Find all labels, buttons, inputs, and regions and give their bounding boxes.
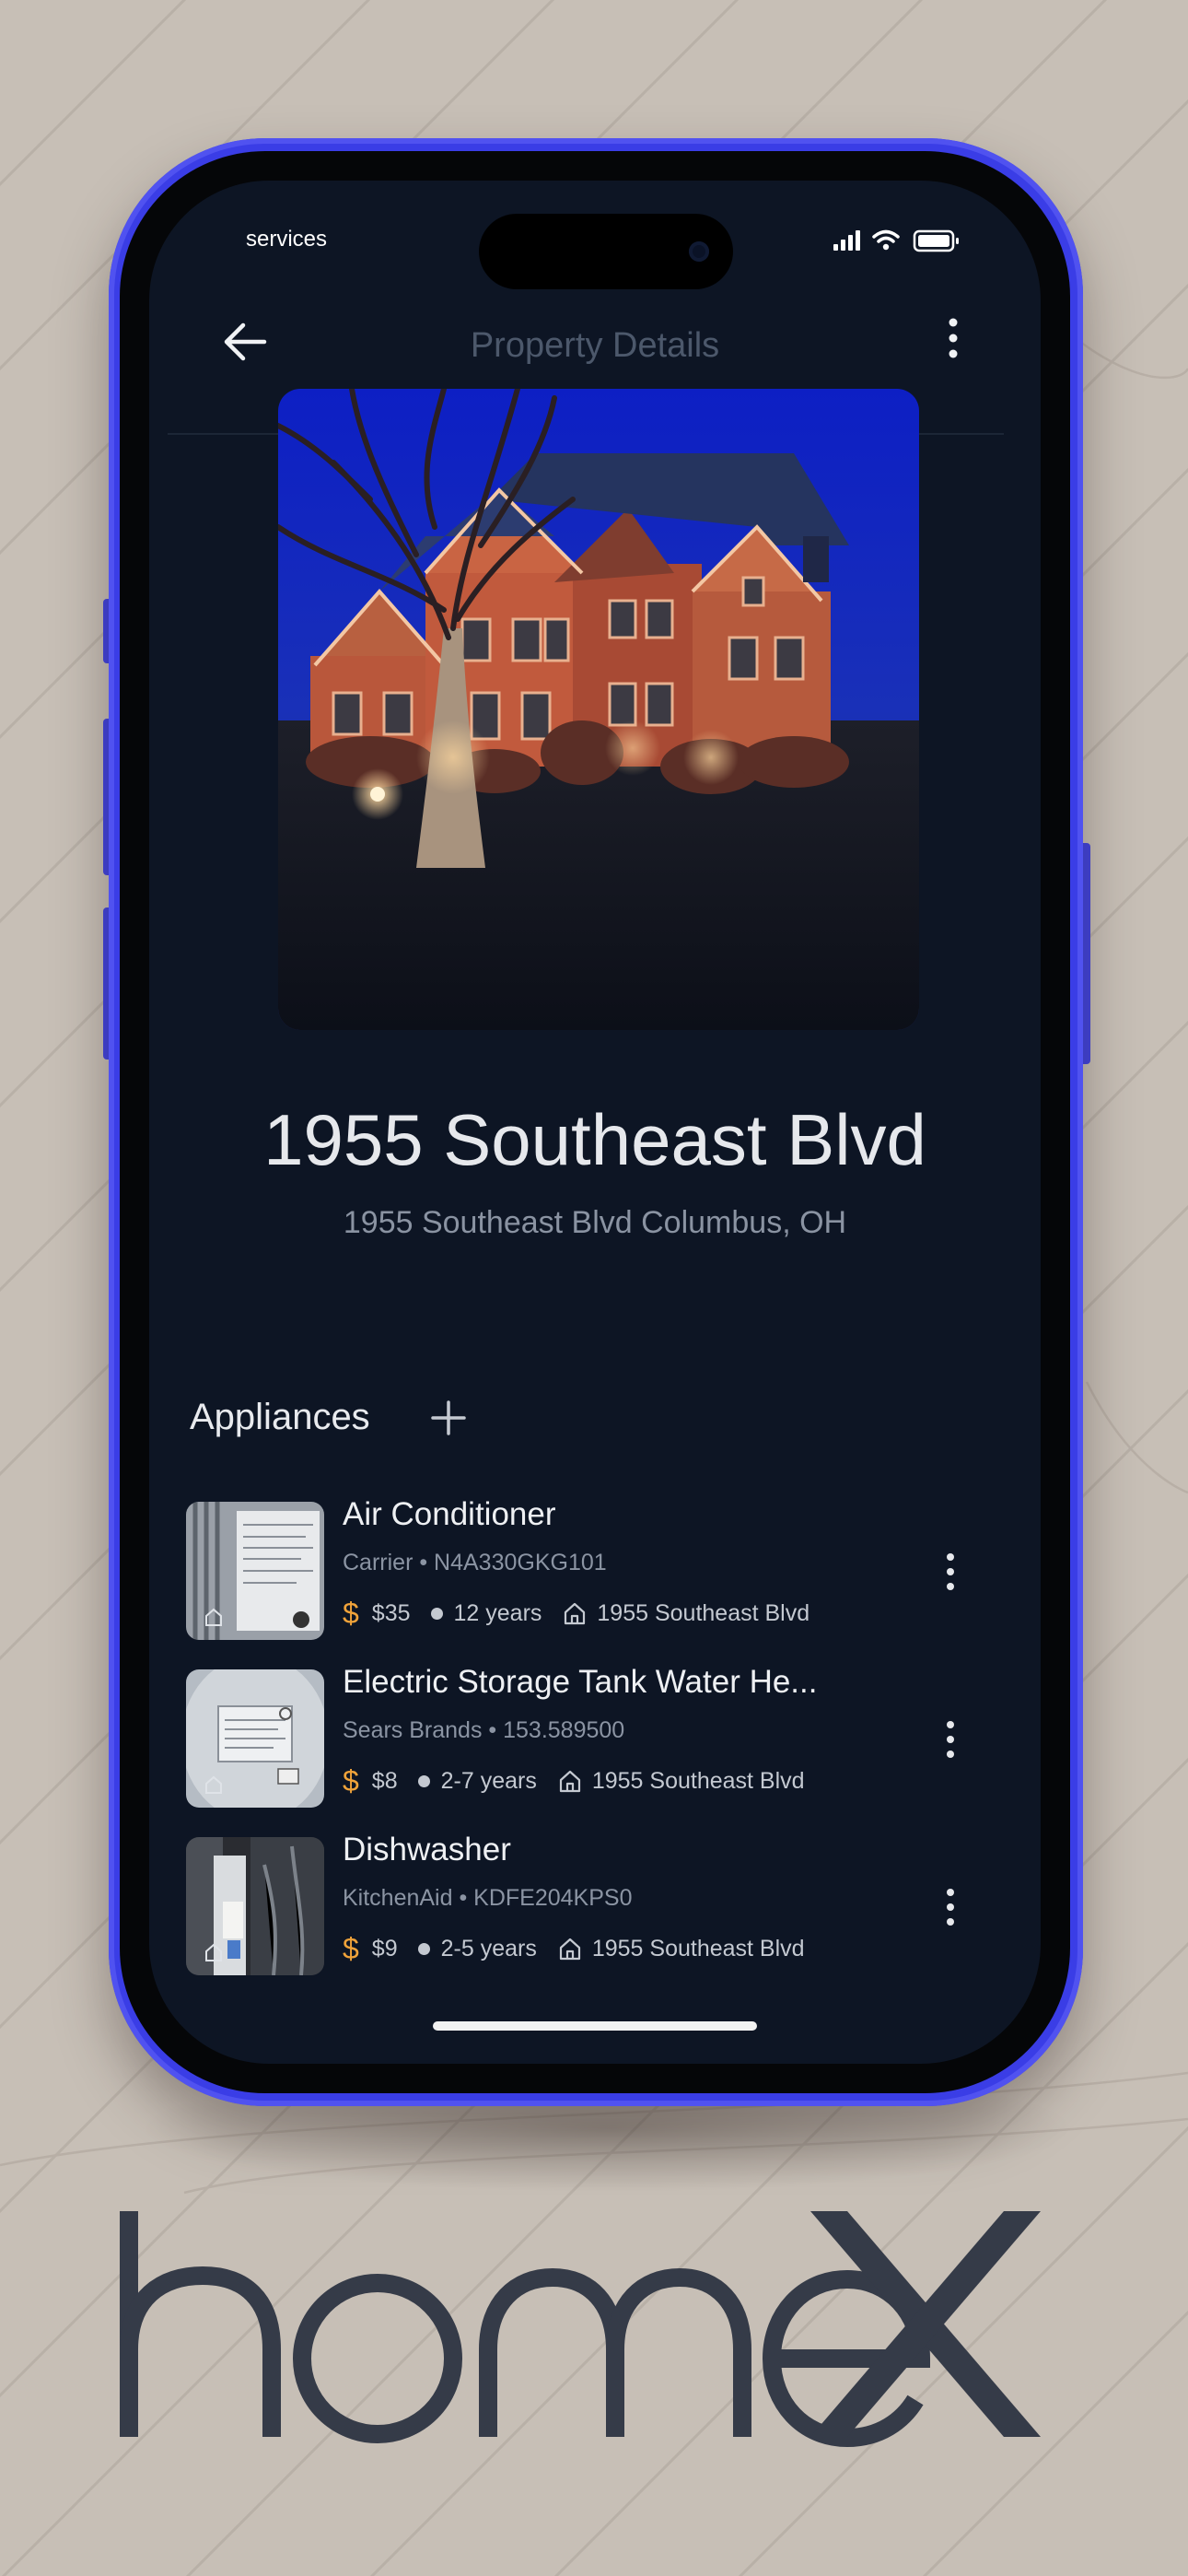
appliance-name: Air Conditioner [343, 1496, 556, 1532]
appliance-item[interactable]: Air Conditioner Carrier • N4A330GKG101 $… [186, 1496, 1015, 1640]
house-icon [559, 1770, 580, 1793]
property-photo[interactable] [278, 389, 919, 1030]
battery-icon [913, 229, 959, 252]
appliance-age: 2-5 years [440, 1935, 537, 1961]
appliance-name: Dishwasher [343, 1832, 511, 1868]
bullet-dot [417, 1942, 430, 1955]
kebab-icon[interactable] [932, 1712, 969, 1767]
appliance-item[interactable]: Dishwasher KitchenAid • KDFE204KPS0 $ $9… [186, 1832, 1015, 1975]
appliance-age: 2-7 years [440, 1767, 537, 1794]
status-carrier: services [246, 227, 328, 252]
appliance-meta: $ $35 12 years 1955 Southeast Blvd [343, 1596, 810, 1630]
property-address: 1955 Southeast Blvd Columbus, OH [343, 1205, 847, 1240]
house-icon [559, 1938, 580, 1961]
appliance-detail: Carrier • N4A330GKG101 [343, 1550, 607, 1575]
top-navigation: Property Details [149, 310, 1041, 392]
camera-icon [689, 241, 709, 262]
page-title: Property Details [470, 326, 720, 365]
property-name: 1955 Southeast Blvd [263, 1099, 926, 1180]
appliance-meta: $ $9 2-5 years 1955 Southeast Blvd [343, 1931, 805, 1965]
appliance-detail: KitchenAid • KDFE204KPS0 [343, 1885, 633, 1911]
kebab-icon[interactable] [932, 1544, 969, 1599]
bullet-dot [430, 1607, 443, 1620]
appliance-location: 1955 Southeast Blvd [597, 1599, 810, 1626]
appliance-location: 1955 Southeast Blvd [591, 1767, 805, 1794]
appliance-location: 1955 Southeast Blvd [591, 1935, 805, 1961]
dollar-icon: $ [343, 1763, 359, 1797]
wifi-icon [872, 229, 900, 243]
home-indicator[interactable] [433, 2021, 757, 2031]
appliance-detail: Sears Brands • 153.589500 [343, 1717, 625, 1743]
house-icon [565, 1602, 586, 1625]
appliance-item[interactable]: Electric Storage Tank Water He... Sears … [186, 1664, 1015, 1808]
plus-icon[interactable] [425, 1395, 472, 1441]
appliance-thumbnail [186, 1502, 324, 1640]
appliance-cost: $9 [371, 1935, 398, 1961]
bullet-dot [417, 1774, 430, 1787]
dynamic-island [479, 214, 733, 289]
more-vertical-icon[interactable] [926, 310, 981, 374]
appliance-cost: $8 [371, 1767, 398, 1794]
appliance-name: Electric Storage Tank Water He... [343, 1664, 818, 1700]
appliances-heading: Appliances [190, 1397, 370, 1437]
signal-icon [833, 230, 860, 251]
appliance-cost: $35 [371, 1599, 411, 1626]
homexa-logo [120, 2211, 1041, 2448]
appliance-age: 12 years [453, 1599, 542, 1626]
appliance-thumbnail [186, 1837, 324, 1975]
dollar-icon: $ [343, 1596, 359, 1630]
app-screen: services Property Details 1955 Southeast… [149, 181, 1041, 2064]
dollar-icon: $ [343, 1931, 359, 1965]
status-icons [833, 229, 959, 252]
appliance-meta: $ $8 2-7 years 1955 Southeast Blvd [343, 1763, 805, 1797]
appliance-thumbnail [186, 1669, 324, 1808]
kebab-icon[interactable] [932, 1879, 969, 1935]
